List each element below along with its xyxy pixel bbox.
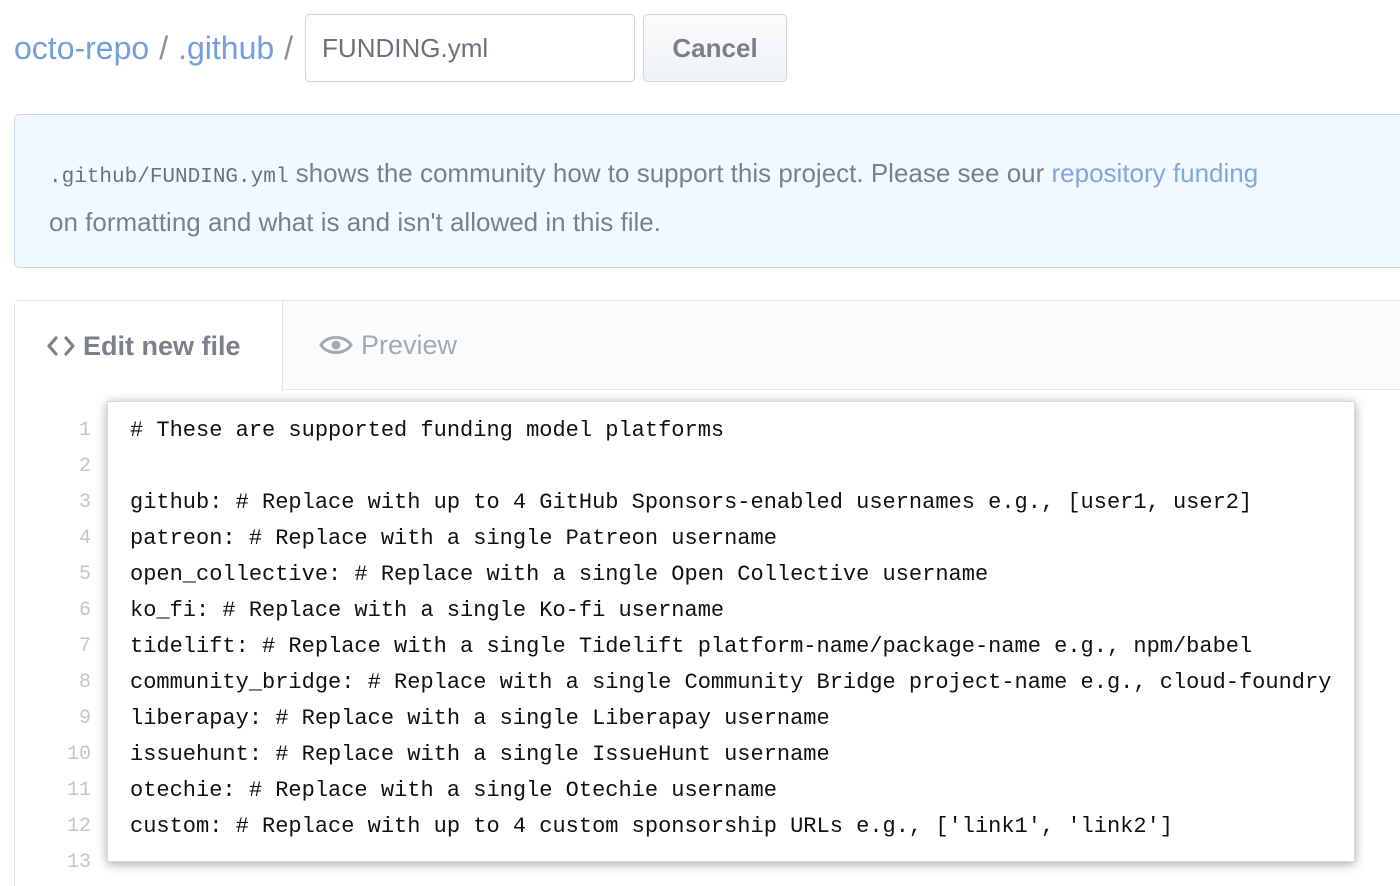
line-number: 4: [78, 527, 91, 550]
line-number: 10: [66, 743, 91, 766]
code-line: community_bridge: # Replace with a singl…: [130, 670, 1332, 695]
breadcrumb-separator: /: [159, 29, 169, 66]
code-line: liberapay: # Replace with a single Liber…: [130, 706, 830, 731]
banner-line-1: .github/FUNDING.yml shows the community …: [49, 151, 1400, 200]
line-number: 8: [78, 671, 91, 694]
line-number: 9: [78, 707, 91, 730]
filename-input[interactable]: [305, 14, 636, 82]
repository-funding-link[interactable]: repository funding: [1052, 158, 1259, 188]
line-number-gutter: 1 2 3 4 5 6 7 8 9 10 11 12 13: [15, 413, 91, 881]
tab-edit-label: Edit new file: [83, 330, 241, 361]
editor-tabs: Edit new file Preview: [15, 301, 1400, 391]
line-number: 11: [66, 779, 91, 802]
tab-preview-label: Preview: [361, 329, 458, 360]
breadcrumb: octo-repo / .github / Cancel: [14, 14, 788, 82]
line-number: 12: [66, 815, 91, 838]
funding-file-editor-page: octo-repo / .github / Cancel .github/FUN…: [0, 0, 1400, 886]
code-line: issuehunt: # Replace with a single Issue…: [130, 742, 830, 767]
code-icon: [47, 335, 75, 357]
code-line: # These are supported funding model plat…: [130, 418, 725, 443]
line-number: 7: [78, 635, 91, 658]
line-number: 2: [78, 455, 91, 478]
line-number: 13: [66, 851, 91, 874]
cancel-button[interactable]: Cancel: [643, 14, 788, 82]
code-line: custom: # Replace with up to 4 custom sp…: [130, 814, 1173, 839]
code-line: ko_fi: # Replace with a single Ko-fi use…: [130, 598, 725, 623]
repo-link[interactable]: octo-repo: [14, 30, 149, 67]
banner-text: shows the community how to support this …: [288, 158, 1052, 188]
eye-icon: [319, 333, 353, 357]
banner-line-2: on formatting and what is and isn't allo…: [49, 207, 661, 237]
folder-link[interactable]: .github: [178, 30, 274, 67]
funding-info-banner: .github/FUNDING.yml shows the community …: [14, 114, 1400, 268]
funding-file-path: .github/FUNDING.yml: [49, 166, 289, 189]
tab-edit-new-file[interactable]: Edit new file: [15, 301, 283, 391]
line-number: 5: [78, 563, 91, 586]
code-line: open_collective: # Replace with a single…: [130, 562, 989, 587]
line-number: 6: [78, 599, 91, 622]
code-editor-content[interactable]: # These are supported funding model plat…: [107, 401, 1355, 862]
breadcrumb-separator: /: [284, 29, 294, 66]
tab-preview[interactable]: Preview: [317, 301, 457, 389]
code-line: tidelift: # Replace with a single Tideli…: [130, 634, 1253, 659]
code-line: otechie: # Replace with a single Otechie…: [130, 778, 777, 803]
line-number: 1: [78, 419, 91, 442]
code-line: github: # Replace with up to 4 GitHub Sp…: [130, 490, 1253, 515]
line-number: 3: [78, 491, 91, 514]
code-line: patreon: # Replace with a single Patreon…: [130, 526, 777, 551]
